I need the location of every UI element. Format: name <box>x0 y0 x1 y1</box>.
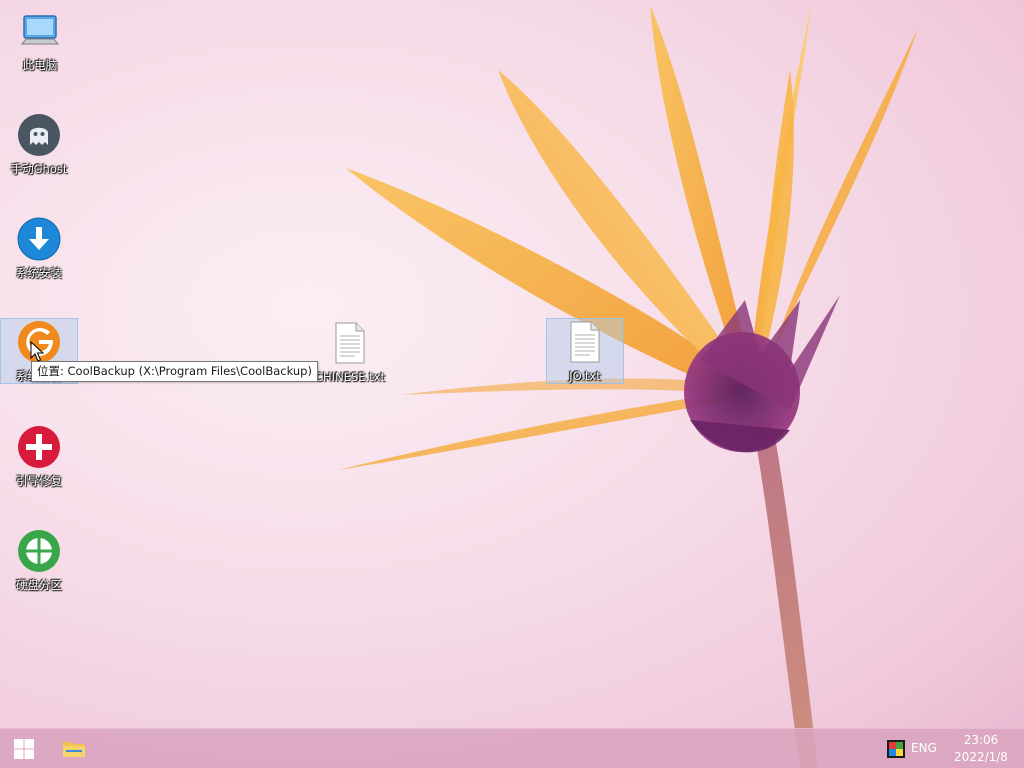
wallpaper-flower <box>338 0 918 768</box>
desktop-icon-disk-partition[interactable]: 硬盘分区 <box>1 528 77 592</box>
file-explorer-button[interactable] <box>50 729 98 768</box>
taskbar: ENG 23:06 2022/1/8 <box>0 728 1024 768</box>
desktop-icon-this-pc[interactable]: 此电脑 <box>2 8 78 72</box>
red-plus-icon <box>16 424 62 470</box>
display-settings-tray-icon[interactable] <box>887 740 905 758</box>
ghost-icon <box>16 112 62 158</box>
windows-logo-icon <box>14 739 34 759</box>
clock-date: 2022/1/8 <box>954 750 1008 764</box>
start-button[interactable] <box>0 729 48 768</box>
input-language-indicator[interactable]: ENG <box>911 741 937 755</box>
folder-icon <box>63 742 85 757</box>
icon-location-tooltip: 位置: CoolBackup (X:\Program Files\CoolBac… <box>31 361 318 382</box>
download-arrow-icon <box>16 216 62 262</box>
desktop[interactable]: 此电脑 手动Ghost 系统安装 引导修复 硬盘分区 CHINESE.txt J… <box>0 0 1024 768</box>
desktop-icon-system-install[interactable]: 系统安装 <box>1 216 77 280</box>
mouse-cursor-icon <box>30 341 44 362</box>
desktop-icon-ghost[interactable]: 手动Ghost <box>1 112 77 176</box>
clock-time: 23:06 <box>963 733 999 747</box>
computer-icon <box>17 8 63 54</box>
text-file-icon <box>327 320 373 366</box>
partition-pie-icon <box>16 528 62 574</box>
desktop-icon-boot-repair[interactable]: 引导修复 <box>1 424 77 488</box>
taskbar-clock[interactable]: 23:06 2022/1/8 <box>948 732 1014 766</box>
text-file-icon <box>562 319 608 365</box>
desktop-icon-chinese-txt[interactable]: CHINESE.txt <box>312 320 388 384</box>
desktop-icon-jo-txt[interactable]: JO.txt <box>546 318 624 384</box>
